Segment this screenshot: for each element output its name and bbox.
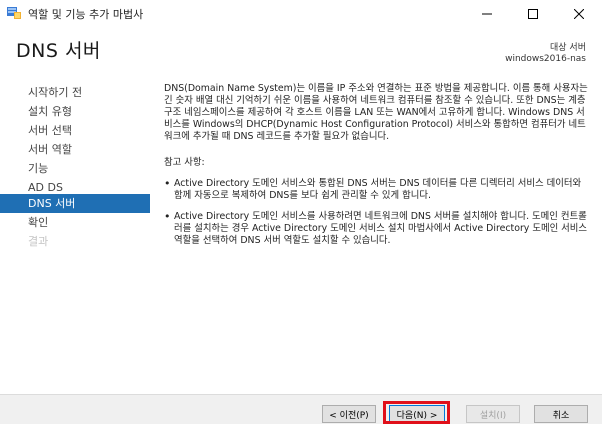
title-bar: 역할 및 기능 추가 마법사 [0, 0, 602, 26]
list-item: Active Directory 도메인 서비스를 사용하려면 네트워크에 DN… [164, 211, 592, 247]
window-title: 역할 및 기능 추가 마법사 [28, 8, 144, 21]
maximize-button[interactable] [510, 0, 556, 26]
notes-label: 참고 사항: [164, 157, 205, 168]
close-icon [573, 4, 585, 23]
cancel-button[interactable]: 취소 [534, 405, 588, 423]
maximize-icon [528, 4, 538, 23]
page-title: DNS 서버 [16, 40, 101, 62]
minimize-button[interactable] [464, 0, 510, 26]
nav-item-installation-type[interactable]: 설치 유형 [0, 102, 150, 121]
nav-item-confirmation[interactable]: 확인 [0, 213, 150, 232]
previous-button[interactable]: < 이전(P) [322, 405, 376, 423]
nav-item-before-you-begin[interactable]: 시작하기 전 [0, 83, 150, 102]
nav-item-server-roles[interactable]: 서버 역할 [0, 140, 150, 159]
minimize-icon [482, 4, 492, 23]
install-button: 설치(I) [466, 405, 520, 423]
target-server-name: windows2016-nas [505, 54, 586, 64]
nav-item-features[interactable]: 기능 [0, 159, 150, 178]
nav-item-server-selection[interactable]: 서버 선택 [0, 121, 150, 140]
target-server-label: 대상 서버 [550, 43, 586, 53]
intro-text: DNS(Domain Name System)는 이름을 IP 주소와 연결하는… [164, 83, 588, 142]
nav-item-dns-server[interactable]: DNS 서버 [0, 194, 150, 213]
nav-item-results: 결과 [28, 235, 49, 248]
server-manager-icon [6, 5, 22, 20]
wizard-header: DNS 서버 대상 서버 windows2016-nas [0, 26, 602, 78]
next-button-highlight [383, 401, 450, 424]
list-item: Active Directory 도메인 서비스와 통합된 DNS 서버는 DN… [164, 178, 592, 202]
content-pane: DNS(Domain Name System)는 이름을 IP 주소와 연결하는… [164, 83, 592, 256]
close-button[interactable] [556, 0, 602, 26]
notes-list: Active Directory 도메인 서비스와 통합된 DNS 서버는 DN… [164, 178, 592, 247]
